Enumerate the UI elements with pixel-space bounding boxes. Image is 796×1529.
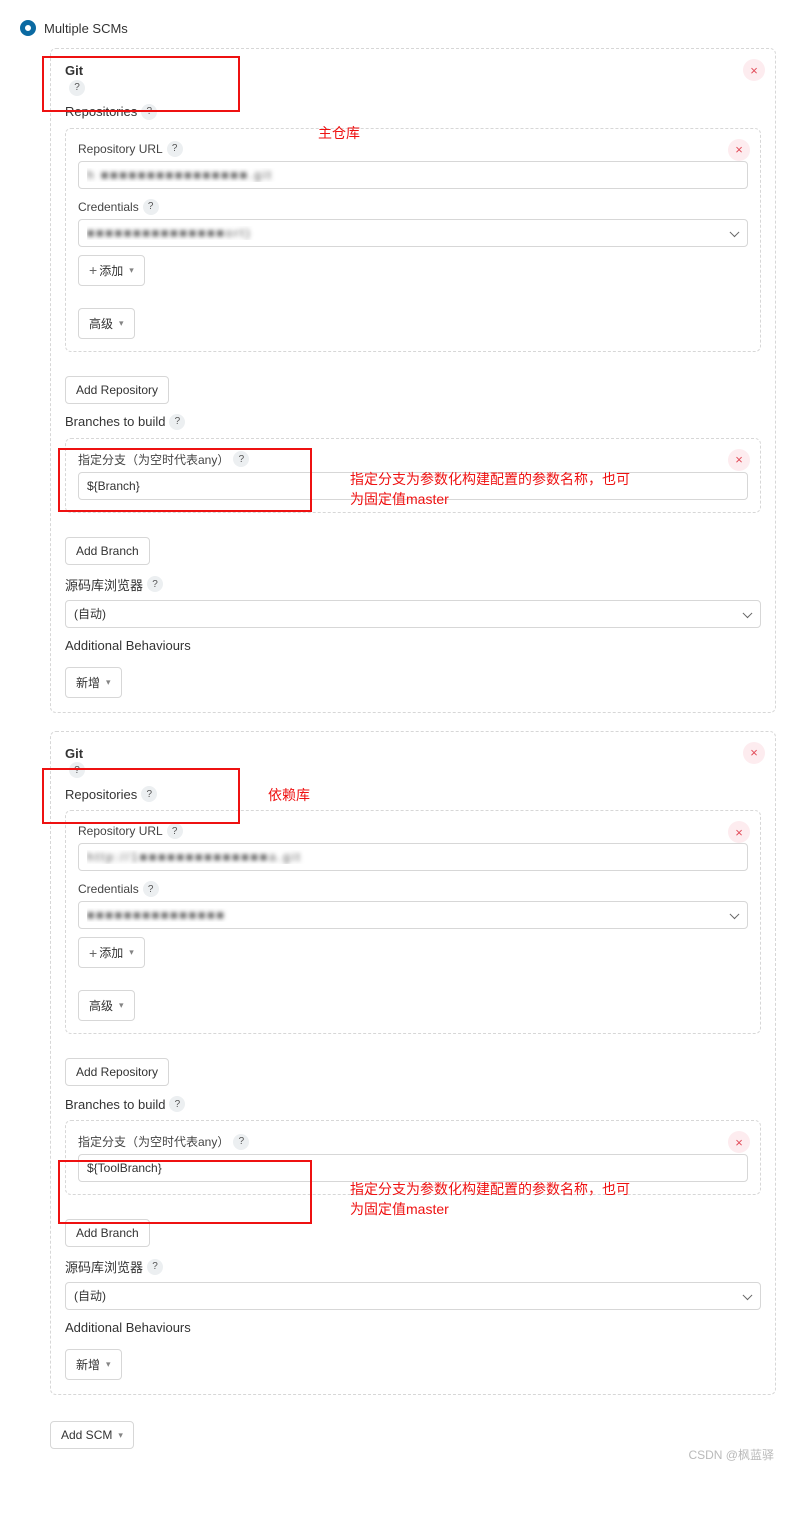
repo-url-label: Repository URL ? bbox=[78, 141, 748, 157]
scm-title: Git bbox=[65, 746, 761, 761]
browser-select[interactable]: (自动) bbox=[65, 1282, 761, 1310]
advanced-button[interactable]: 高级 ▾ bbox=[78, 308, 135, 339]
remove-repo-button[interactable]: × bbox=[728, 139, 750, 161]
credentials-select-wrap: ■■■■■■■■■■■■■■■ort) bbox=[78, 219, 748, 247]
add-repository-button[interactable]: Add Repository bbox=[65, 1058, 169, 1086]
repository-panel: × Repository URL ? Credentials ? ■■■■■■■… bbox=[65, 128, 761, 352]
repo-url-input[interactable] bbox=[78, 161, 748, 189]
help-icon[interactable]: ? bbox=[167, 141, 183, 157]
watermark: CSDN @枫蓝驿 bbox=[688, 1446, 774, 1463]
help-icon[interactable]: ? bbox=[141, 104, 157, 120]
chevron-down-icon: ▾ bbox=[106, 1359, 111, 1370]
scm-type-label: Multiple SCMs bbox=[44, 21, 128, 36]
radio-selected-icon[interactable] bbox=[20, 20, 36, 36]
add-credential-button[interactable]: + 添加 ▾ bbox=[78, 255, 145, 286]
repositories-label: Repositories ? bbox=[65, 104, 761, 120]
browser-label: 源码库浏览器 ? bbox=[65, 1257, 761, 1276]
help-icon[interactable]: ? bbox=[147, 1259, 163, 1275]
browser-label: 源码库浏览器 ? bbox=[65, 575, 761, 594]
advanced-button[interactable]: 高级 ▾ bbox=[78, 990, 135, 1021]
remove-branch-button[interactable]: × bbox=[728, 1131, 750, 1153]
credentials-label: Credentials ? bbox=[78, 881, 748, 897]
branches-label: Branches to build ? bbox=[65, 1096, 761, 1112]
add-scm-button[interactable]: Add SCM ▾ bbox=[50, 1421, 134, 1449]
remove-branch-button[interactable]: × bbox=[728, 449, 750, 471]
plus-icon: + bbox=[89, 947, 97, 959]
add-branch-button[interactable]: Add Branch bbox=[65, 537, 150, 565]
remove-repo-button[interactable]: × bbox=[728, 821, 750, 843]
help-icon[interactable]: ? bbox=[169, 414, 185, 430]
repository-panel: × Repository URL ? Credentials ? ■■■■■■■… bbox=[65, 810, 761, 1034]
add-behaviour-button[interactable]: 新增 ▾ bbox=[65, 1349, 122, 1380]
help-icon[interactable]: ? bbox=[233, 1134, 249, 1150]
git-panel-2: × Git ? Repositories ? × Repository URL … bbox=[50, 731, 776, 1396]
repo-url-label: Repository URL ? bbox=[78, 823, 748, 839]
chevron-down-icon: ▾ bbox=[129, 265, 134, 276]
help-icon[interactable]: ? bbox=[167, 823, 183, 839]
credentials-select[interactable]: ■■■■■■■■■■■■■■■ort) bbox=[78, 219, 748, 247]
browser-select-wrap: (自动) bbox=[65, 1282, 761, 1310]
scm-title: Git bbox=[65, 63, 761, 78]
chevron-down-icon: ▾ bbox=[106, 677, 111, 688]
branch-panel: × 指定分支（为空时代表any） ? bbox=[65, 438, 761, 513]
scm-type-radio-row: Multiple SCMs bbox=[20, 20, 776, 36]
branch-spec-input[interactable] bbox=[78, 1154, 748, 1182]
help-icon[interactable]: ? bbox=[233, 451, 249, 467]
help-icon[interactable]: ? bbox=[143, 881, 159, 897]
behaviours-label: Additional Behaviours bbox=[65, 638, 761, 653]
git-panel-1: × Git ? Repositories ? × Repository URL … bbox=[50, 48, 776, 713]
branch-spec-label: 指定分支（为空时代表any） ? bbox=[78, 1133, 748, 1150]
help-icon[interactable]: ? bbox=[69, 80, 85, 96]
remove-scm-button[interactable]: × bbox=[743, 742, 765, 764]
chevron-down-icon: ▾ bbox=[119, 1000, 124, 1011]
repositories-label: Repositories ? bbox=[65, 786, 761, 802]
branch-spec-label: 指定分支（为空时代表any） ? bbox=[78, 451, 748, 468]
credentials-label: Credentials ? bbox=[78, 199, 748, 215]
add-credential-button[interactable]: + 添加 ▾ bbox=[78, 937, 145, 968]
chevron-down-icon: ▾ bbox=[129, 947, 134, 958]
add-behaviour-button[interactable]: 新增 ▾ bbox=[65, 667, 122, 698]
browser-select[interactable]: (自动) bbox=[65, 600, 761, 628]
repo-url-input[interactable] bbox=[78, 843, 748, 871]
chevron-down-icon: ▾ bbox=[118, 1430, 123, 1441]
credentials-select[interactable]: ■■■■■■■■■■■■■■■ bbox=[78, 901, 748, 929]
help-icon[interactable]: ? bbox=[143, 199, 159, 215]
plus-icon: + bbox=[89, 264, 97, 276]
remove-scm-button[interactable]: × bbox=[743, 59, 765, 81]
branch-panel: × 指定分支（为空时代表any） ? bbox=[65, 1120, 761, 1195]
add-repository-button[interactable]: Add Repository bbox=[65, 376, 169, 404]
branch-spec-input[interactable] bbox=[78, 472, 748, 500]
credentials-select-wrap: ■■■■■■■■■■■■■■■ bbox=[78, 901, 748, 929]
add-branch-button[interactable]: Add Branch bbox=[65, 1219, 150, 1247]
browser-select-wrap: (自动) bbox=[65, 600, 761, 628]
chevron-down-icon: ▾ bbox=[119, 318, 124, 329]
help-icon[interactable]: ? bbox=[141, 786, 157, 802]
help-icon[interactable]: ? bbox=[147, 576, 163, 592]
branches-label: Branches to build ? bbox=[65, 414, 761, 430]
help-icon[interactable]: ? bbox=[169, 1096, 185, 1112]
help-icon[interactable]: ? bbox=[69, 762, 85, 778]
behaviours-label: Additional Behaviours bbox=[65, 1320, 761, 1335]
